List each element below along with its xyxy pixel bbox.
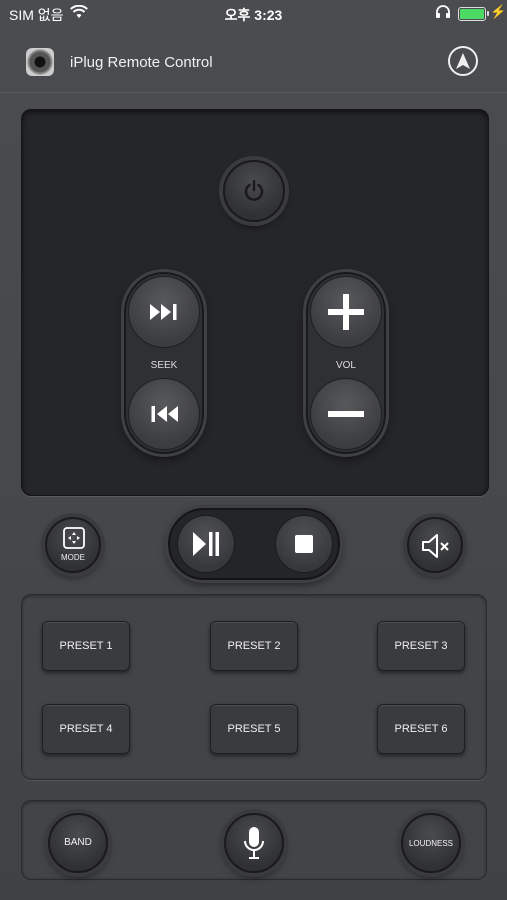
seek-rocker: SEEK: [124, 272, 204, 454]
mode-label: MODE: [61, 553, 85, 562]
loudness-button[interactable]: LOUDNESS: [401, 813, 461, 873]
preset-3-button[interactable]: PRESET 3: [377, 621, 465, 671]
status-bar: SIM 없음 오후 3:23 ⚡: [0, 0, 507, 28]
seek-label: SEEK: [150, 360, 178, 371]
headphones-icon: [435, 5, 451, 22]
power-button[interactable]: [223, 160, 285, 222]
play-pause-icon: [193, 532, 219, 556]
speaker-app-icon: [26, 48, 54, 76]
play-pause-button[interactable]: [177, 515, 235, 573]
volume-rocker: VOL: [306, 272, 386, 454]
playback-group: [168, 508, 340, 580]
preset-1-button[interactable]: PRESET 1: [42, 621, 130, 671]
plus-icon: [328, 294, 364, 330]
previous-track-icon: [151, 406, 178, 422]
microphone-button[interactable]: [224, 813, 284, 873]
preset-2-button[interactable]: PRESET 2: [210, 621, 298, 671]
preset-5-button[interactable]: PRESET 5: [210, 704, 298, 754]
stop-icon: [295, 535, 313, 553]
navigation-arrow-icon[interactable]: [448, 46, 478, 76]
band-label: BAND: [64, 837, 92, 848]
vol-label: VOL: [335, 360, 356, 371]
microphone-icon: [244, 827, 264, 859]
mode-button[interactable]: MODE: [45, 517, 101, 573]
seek-forward-button[interactable]: [128, 276, 200, 348]
mute-button[interactable]: [407, 517, 463, 573]
app-title: iPlug Remote Control: [70, 54, 213, 71]
minus-icon: [328, 411, 364, 417]
volume-down-button[interactable]: [310, 378, 382, 450]
band-button[interactable]: BAND: [48, 813, 108, 873]
mute-icon: [422, 534, 449, 558]
loudness-label: LOUDNESS: [408, 839, 453, 848]
battery-icon: [458, 7, 489, 21]
seek-back-button[interactable]: [128, 378, 200, 450]
power-icon: [244, 179, 264, 201]
preset-6-button[interactable]: PRESET 6: [377, 704, 465, 754]
preset-4-button[interactable]: PRESET 4: [42, 704, 130, 754]
stop-button[interactable]: [275, 515, 333, 573]
charging-bolt-icon: ⚡: [490, 4, 507, 19]
mode-icon: [63, 527, 85, 549]
clock: 오후 3:23: [224, 7, 283, 23]
volume-up-button[interactable]: [310, 276, 382, 348]
next-track-icon: [150, 304, 177, 320]
nav-bar: iPlug Remote Control: [0, 32, 507, 93]
